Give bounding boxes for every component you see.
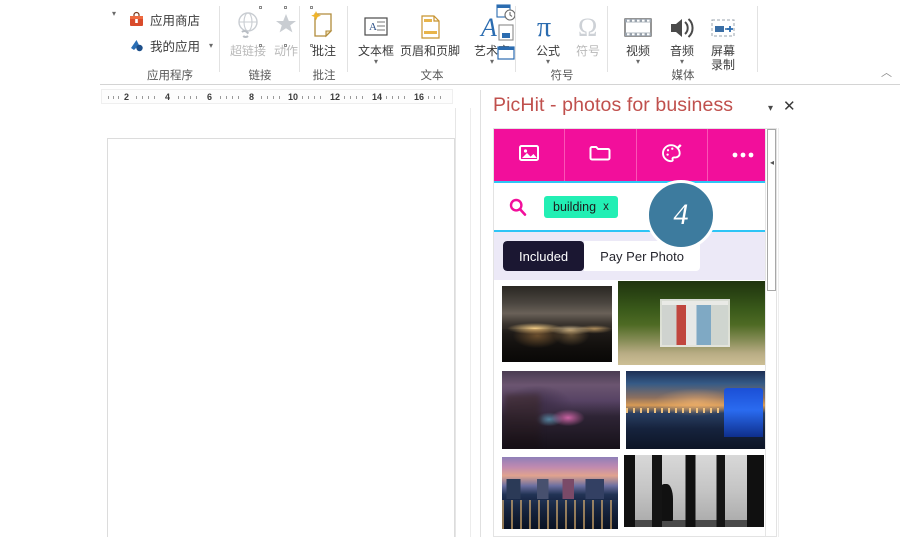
- search-tag-remove-icon[interactable]: x: [603, 201, 609, 213]
- ribbon-group-symbols: π 公式 ▾ Ω 符号 符号: [516, 0, 608, 85]
- svg-text:Ω: Ω: [578, 13, 597, 42]
- edit-tab[interactable]: [637, 129, 708, 181]
- photo-row: [502, 455, 772, 529]
- comment-button[interactable]: 批注: [298, 6, 350, 58]
- ruler-tick-label: 6: [207, 92, 212, 102]
- filter-bar: Included Pay Per Photo: [494, 232, 777, 280]
- ribbon-group-links-label: 链接: [220, 67, 300, 83]
- search-tag-label: building: [553, 200, 596, 214]
- ruler-area: 2 4 6 8 10 12 14 16: [0, 86, 480, 108]
- photo-thumbnail[interactable]: [624, 455, 764, 527]
- object-icon[interactable]: [496, 44, 516, 62]
- document-pane-divider-2: [470, 108, 471, 537]
- ribbon: ▾ 应用商店: [0, 0, 900, 85]
- task-pane-close-button[interactable]: ✕: [783, 99, 796, 114]
- photo-grid[interactable]: [494, 280, 777, 537]
- photo-thumbnail[interactable]: [626, 371, 766, 449]
- pane-right-filler: [800, 90, 900, 537]
- comment-label: 批注: [298, 44, 350, 58]
- ribbon-group-apps: 应用商店 我的应用 ▾ 应用程序: [120, 0, 220, 85]
- header-footer-label: 页眉和页脚: [394, 44, 466, 58]
- search-bar[interactable]: building x: [494, 183, 777, 230]
- ribbon-group-text: A 文本框 ▾ 页眉: [348, 0, 516, 85]
- tab-included[interactable]: Included: [503, 241, 584, 271]
- ruler-tick-label: 14: [372, 92, 382, 102]
- folder-icon: [588, 143, 612, 168]
- collapse-ribbon-button[interactable]: ︿: [881, 64, 892, 80]
- collapse-left-arrow-icon[interactable]: ◂: [770, 158, 774, 167]
- photo-thumbnail[interactable]: [618, 281, 768, 365]
- svg-text:A: A: [369, 21, 377, 33]
- header-footer-button[interactable]: 页眉和页脚: [394, 6, 466, 58]
- folders-tab[interactable]: [565, 129, 636, 181]
- ribbon-group-media: 视频 ▾ 音频 ▾: [608, 0, 758, 85]
- ruler-tick-label: 10: [288, 92, 298, 102]
- document-area[interactable]: [0, 108, 480, 537]
- photo-thumbnail[interactable]: [502, 286, 612, 362]
- screen-record-button[interactable]: 屏幕 录制: [700, 6, 746, 72]
- ribbon-group-comments: 批注 批注: [300, 0, 348, 85]
- equation-caret[interactable]: ▾: [522, 58, 574, 66]
- app-store-button[interactable]: 应用商店: [128, 10, 200, 29]
- task-pane-menu-caret[interactable]: ▾: [768, 103, 773, 114]
- photo-row: [502, 286, 772, 365]
- search-icon[interactable]: [508, 197, 528, 222]
- image-icon: [518, 143, 540, 168]
- screen-record-icon: [700, 6, 746, 42]
- ribbon-group-comments-label: 批注: [300, 67, 348, 83]
- svg-text:π: π: [537, 12, 551, 42]
- my-apps-caret[interactable]: ▾: [209, 41, 213, 50]
- my-apps-label: 我的应用: [150, 36, 200, 55]
- document-pane-divider: [455, 108, 456, 537]
- addin-tab-strip: [494, 129, 777, 181]
- ruler-tick-label: 12: [330, 92, 340, 102]
- my-apps-button[interactable]: 我的应用 ▾: [128, 36, 213, 55]
- search-tag-building[interactable]: building x: [544, 196, 618, 218]
- ribbon-group-sep: [757, 6, 758, 72]
- ribbon-group-links: 超链接 动作 链接: [220, 0, 300, 85]
- ellipsis-icon: [730, 146, 756, 164]
- app-store-label: 应用商店: [150, 10, 200, 29]
- slide-number-icon[interactable]: [496, 24, 516, 42]
- app-window: ▾ 应用商店: [0, 0, 900, 537]
- photo-thumbnail[interactable]: [502, 371, 620, 449]
- ruler-tick-label: 8: [249, 92, 254, 102]
- addin-scrollbar[interactable]: ◂: [765, 129, 776, 537]
- store-icon: [128, 11, 145, 28]
- task-pane-edge: [778, 128, 779, 537]
- photos-tab[interactable]: [494, 129, 565, 181]
- header-footer-icon: [394, 6, 466, 42]
- ribbon-group-symbols-label: 符号: [516, 67, 608, 83]
- photo-row: [502, 371, 772, 449]
- ruler-tick-label: 16: [414, 92, 424, 102]
- task-pane-title: PicHit - photos for business: [493, 94, 733, 117]
- text-box-caret[interactable]: ▾: [350, 58, 402, 66]
- date-time-icon[interactable]: [496, 4, 516, 22]
- ribbon-group-media-label: 媒体: [608, 67, 758, 83]
- horizontal-ruler[interactable]: 2 4 6 8 10 12 14 16: [101, 89, 453, 104]
- ruler-tick-label: 2: [124, 92, 129, 102]
- ribbon-group-text-label: 文本: [348, 67, 516, 83]
- ribbon-group-apps-label: 应用程序: [120, 67, 220, 83]
- comment-icon: [298, 6, 350, 42]
- ruler-tick-label: 4: [165, 92, 170, 102]
- step-badge-4: 4: [646, 180, 716, 250]
- palette-icon: [660, 142, 684, 169]
- photo-thumbnail[interactable]: [502, 457, 618, 529]
- step-badge-number: 4: [674, 198, 689, 232]
- my-apps-icon: [128, 37, 145, 54]
- ribbon-overflow-caret[interactable]: ▾: [108, 8, 120, 20]
- task-pane-left-border: [480, 90, 481, 537]
- addin-frame: building x Included Pay Per Photo: [493, 128, 777, 537]
- document-page[interactable]: [107, 138, 455, 537]
- ribbon-left-gutter: [0, 0, 100, 85]
- addin-scrollbar-thumb[interactable]: ◂: [767, 129, 776, 291]
